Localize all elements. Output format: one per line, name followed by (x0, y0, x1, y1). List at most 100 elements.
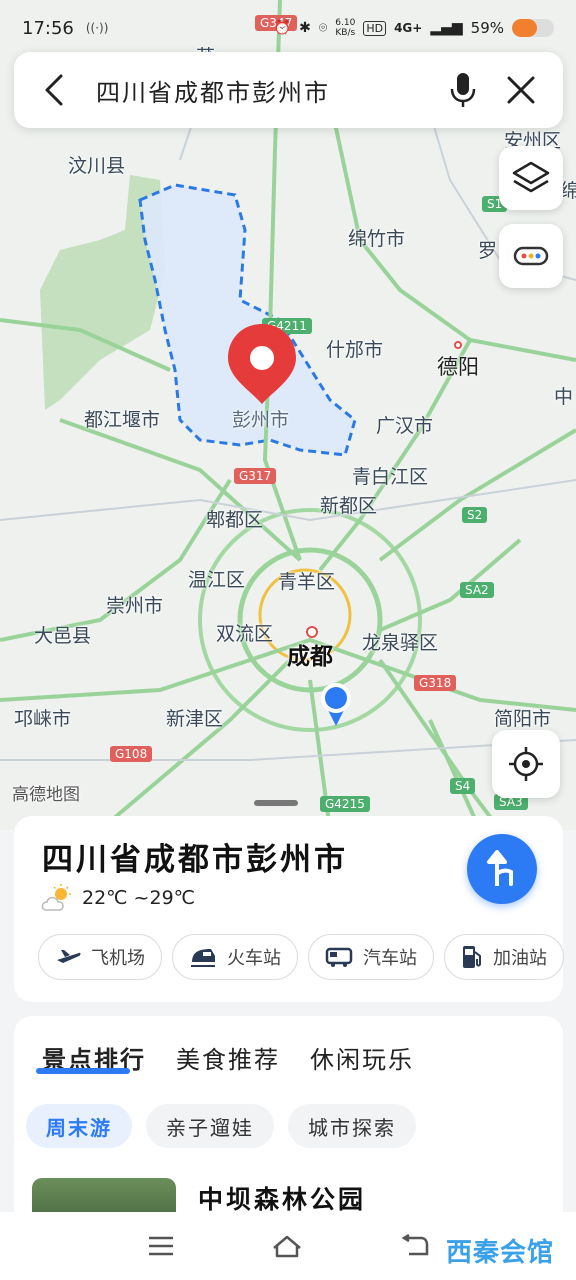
map-label-luo: 罗 (478, 240, 498, 262)
map-label-qingbaijiang: 青白江区 (352, 466, 429, 488)
destination-pin-icon[interactable] (226, 322, 298, 406)
route-arrow-icon (487, 850, 513, 886)
map-label-zhong: 中 (554, 386, 574, 408)
clear-search-button[interactable] (499, 68, 543, 112)
map-label-qingyang: 青羊区 (278, 571, 336, 593)
chip-label: 加油站 (493, 948, 547, 969)
voice-search-button[interactable] (441, 68, 485, 112)
map-label-longquanyi: 龙泉驿区 (362, 632, 439, 654)
map-label-jianyang: 简阳市 (494, 708, 552, 730)
locate-me-button[interactable] (492, 730, 560, 798)
return-icon (401, 1234, 429, 1256)
poi-name: 中坝森林公园 (198, 1185, 367, 1214)
map-label-dayi: 大邑县 (34, 625, 92, 647)
road-badge-g318: G318 (414, 675, 457, 691)
road-badge-g4215: G4215 (320, 796, 370, 812)
map-label-xinjin: 新津区 (166, 708, 224, 730)
search-bar[interactable]: 四川省成都市彭州市 (14, 52, 563, 128)
map-label-pidu: 郫都区 (206, 509, 264, 531)
status-bar: 17:56 ((·)) ⏰ ✱ ⌾ 6.10 KB/s HD 4G+ ▂▄▆ 5… (0, 0, 576, 56)
map-label-guanghan: 广汉市 (376, 415, 434, 437)
navigate-button[interactable] (467, 834, 537, 904)
search-query[interactable]: 四川省成都市彭州市 (96, 73, 330, 108)
battery-icon (512, 19, 554, 37)
bluetooth-icon: ✱ (299, 20, 311, 36)
bus-icon (325, 947, 353, 967)
menu-icon (149, 1236, 173, 1256)
road-badge-g317: G317 (234, 468, 277, 484)
map-label-shuangliu: 双流区 (216, 623, 274, 645)
network-type: 4G+ (394, 21, 423, 35)
active-tab-indicator (36, 1068, 130, 1074)
chip-label: 火车站 (227, 948, 281, 969)
deyang-dot (454, 341, 462, 349)
place-title: 四川省成都市彭州市 (42, 842, 348, 878)
map-label-wenjiang: 温江区 (188, 569, 246, 591)
layers-button[interactable] (499, 146, 563, 210)
airplane-icon (57, 950, 81, 963)
map-label-shifang: 什邡市 (326, 339, 384, 361)
location-status-icon: ⌾ (318, 20, 328, 36)
chengdu-dot (306, 626, 318, 638)
discover-subtabs: 周末游 亲子遛娃 城市探索 (26, 1104, 416, 1148)
close-icon (507, 76, 535, 104)
sheet-grabber[interactable] (254, 800, 298, 806)
tab-leisure[interactable]: 休闲玩乐 (310, 1040, 414, 1075)
back-arrow-icon (45, 74, 63, 106)
road-badge-g108: G108 (110, 746, 153, 762)
map-label-chengdu: 成都 (287, 644, 333, 670)
nearby-categories: 飞机场 火车站 汽车站 加油站 (38, 934, 564, 980)
battery-fill (512, 19, 537, 37)
subtab-weekend[interactable]: 周末游 (26, 1104, 132, 1148)
partly-cloudy-icon (41, 884, 71, 911)
list-item[interactable]: 中坝森林公园 (32, 1178, 366, 1216)
gas-station-icon (463, 946, 481, 968)
chip-bus-station[interactable]: 汽车站 (308, 934, 434, 980)
network-speed: 6.10 KB/s (335, 18, 356, 38)
home-button[interactable] (272, 1232, 302, 1260)
nfc-icon: ((·)) (85, 21, 109, 35)
tab-food[interactable]: 美食推荐 (176, 1040, 280, 1075)
watermark: 西秦会馆 (446, 1238, 555, 1268)
weather-info: 22℃ ~29℃ (40, 884, 195, 912)
toolbox-icon (513, 246, 549, 266)
crosshair-icon (509, 747, 543, 781)
road-badge-s2: S2 (462, 507, 488, 523)
map-label-chongzhou: 崇州市 (106, 595, 164, 617)
chip-train-station[interactable]: 火车站 (172, 934, 298, 980)
discover-card: 景点排行 美食推荐 休闲玩乐 周末游 亲子遛娃 城市探索 中坝森林公园 (14, 1016, 563, 1216)
map-label-deyang: 德阳 (437, 355, 479, 379)
road-badge-sa2: SA2 (460, 582, 494, 598)
chip-airport[interactable]: 飞机场 (38, 934, 162, 980)
subtab-city-explore[interactable]: 城市探索 (288, 1104, 416, 1148)
signal-icon: ▂▄▆ (430, 20, 463, 36)
home-icon (273, 1235, 301, 1258)
map-attribution: 高德地图 (12, 785, 80, 805)
map-label-wenchuan: 汶川县 (68, 155, 126, 177)
poi-thumbnail (32, 1178, 176, 1216)
map-label-xindu: 新都区 (320, 495, 378, 517)
battery-percent: 59% (470, 19, 504, 37)
back-button[interactable] (34, 70, 74, 110)
subtab-family[interactable]: 亲子遛娃 (146, 1104, 274, 1148)
temperature-range: 22℃ ~29℃ (82, 887, 195, 909)
microphone-icon (450, 73, 476, 107)
map-label-dujiangyan: 都江堰市 (84, 409, 161, 431)
alarm-icon: ⏰ (273, 20, 292, 36)
status-time: 17:56 (22, 17, 74, 39)
hd-icon: HD (363, 20, 387, 36)
map-label-qionglai: 邛崃市 (14, 708, 72, 730)
road-badge-s4: S4 (450, 778, 476, 794)
map-label-pengzhou: 彭州市 (232, 409, 290, 431)
current-location-icon (321, 683, 351, 726)
chip-label: 汽车站 (363, 948, 417, 969)
toolbox-button[interactable] (499, 224, 563, 288)
place-card: 四川省成都市彭州市 22℃ ~29℃ 飞机场 火车站 汽车站 加油站 (14, 816, 564, 1002)
menu-button[interactable] (146, 1232, 176, 1260)
chip-label: 飞机场 (91, 948, 145, 969)
layers-icon (512, 161, 550, 193)
train-icon (191, 949, 215, 967)
map-label-mianzhu: 绵竹市 (348, 228, 406, 250)
chip-gas-station[interactable]: 加油站 (444, 934, 564, 980)
back-nav-button[interactable] (400, 1232, 430, 1260)
